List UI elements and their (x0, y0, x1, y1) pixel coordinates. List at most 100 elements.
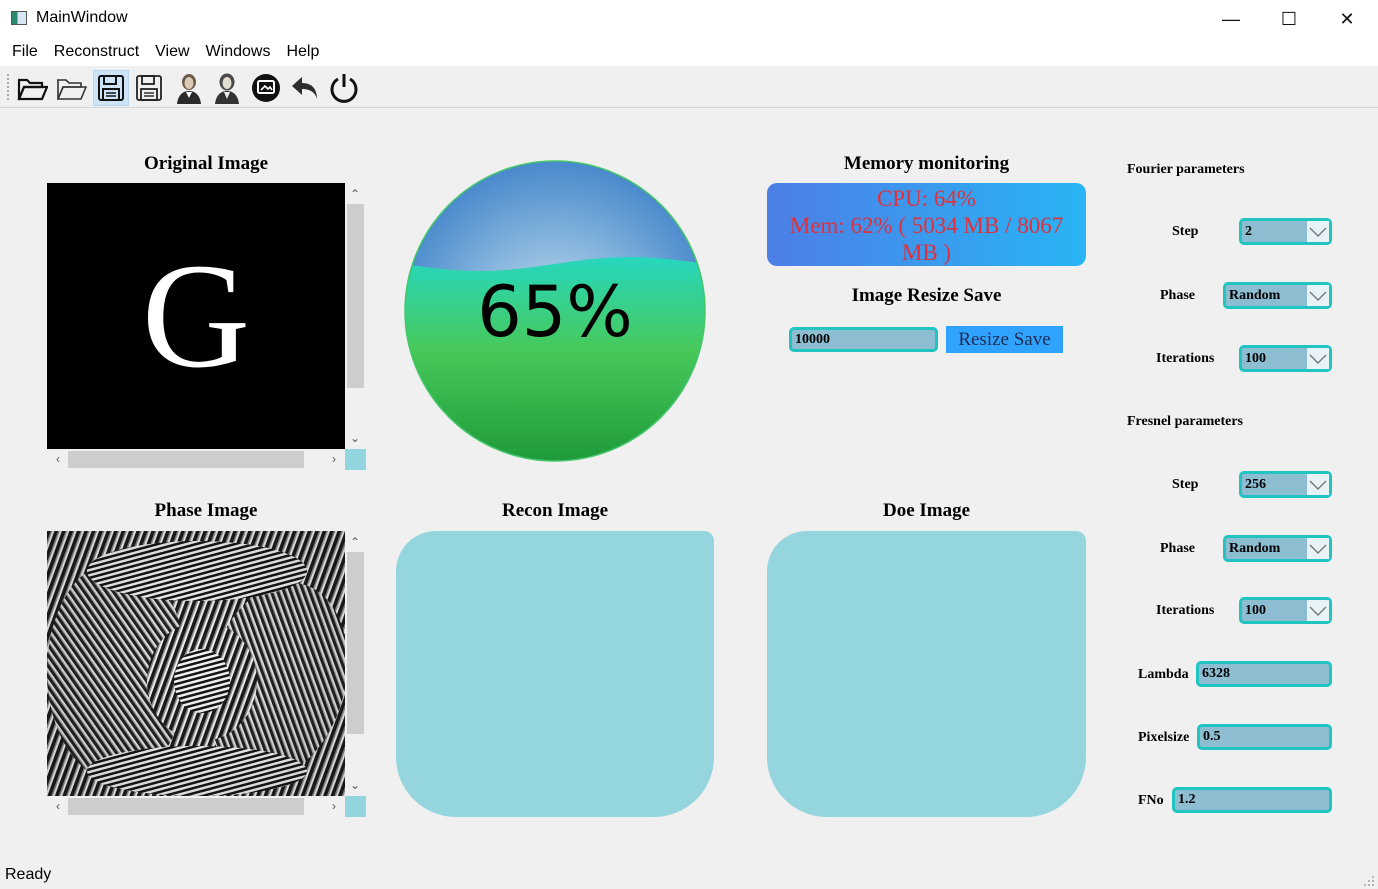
fresnel-iterations-label: Iterations (1156, 603, 1215, 618)
fourier-iterations-select[interactable]: 100 (1239, 345, 1332, 372)
recon-image-title: Recon Image (501, 500, 609, 521)
scroll-down-icon[interactable]: ⌄ (346, 429, 364, 447)
fourier-iterations-value: 100 (1245, 350, 1266, 366)
scroll-right-icon[interactable]: › (325, 450, 343, 468)
fresnel-section-title: Fresnel parameters (1127, 414, 1243, 429)
fourier-step-select[interactable]: 2 (1239, 218, 1332, 245)
open-file-icon (17, 78, 48, 101)
scroll-corner (345, 449, 366, 470)
fresnel-phase-select[interactable]: Random (1223, 535, 1332, 562)
recon-image-view (396, 531, 714, 817)
portrait-fresnel-icon (215, 73, 239, 104)
menu-bar: File Reconstruct View Windows Help (0, 38, 1378, 66)
minimize-button[interactable]: — (1202, 0, 1260, 38)
menu-view[interactable]: View (147, 38, 197, 66)
toolbar-handle[interactable] (7, 74, 11, 100)
fourier-phase-select[interactable]: Random (1223, 282, 1332, 309)
fresnel-step-select[interactable]: 256 (1239, 471, 1332, 498)
close-button[interactable]: ✕ (1318, 0, 1376, 38)
resize-size-input[interactable]: 10000 (789, 327, 938, 352)
fresnel-pixelsize-input[interactable]: 0.5 (1197, 724, 1332, 750)
scroll-up-icon[interactable]: ⌃ (346, 533, 364, 551)
toolbar (0, 66, 1378, 108)
undo-button[interactable] (287, 70, 323, 106)
resize-title: Image Resize Save (851, 285, 1002, 306)
fresnel-phase-label: Phase (1160, 541, 1195, 556)
original-image-title: Original Image (143, 153, 269, 174)
fresnel-button[interactable] (209, 70, 245, 106)
save-button[interactable] (93, 70, 129, 106)
original-horizontal-thumb[interactable] (68, 451, 304, 468)
doe-image-title: Doe Image (882, 500, 971, 521)
fourier-phase-value: Random (1229, 287, 1281, 303)
save-as-button[interactable] (131, 70, 167, 106)
power-button[interactable] (326, 70, 362, 106)
menu-help[interactable]: Help (278, 38, 327, 66)
fourier-step-value: 2 (1245, 223, 1252, 239)
fresnel-fno-label: FNo (1138, 793, 1164, 808)
power-icon (330, 74, 358, 103)
original-horizontal-scrollbar[interactable]: ‹ › (47, 449, 345, 470)
phase-image-pattern (47, 531, 345, 796)
progress-label: 65% (477, 271, 633, 353)
fourier-iterations-label: Iterations (1156, 351, 1215, 366)
maximize-button[interactable]: ☐ (1260, 0, 1318, 38)
status-bar (0, 862, 1378, 889)
memory-display: CPU: 64% Mem: 62% ( 5034 MB / 8067 MB ) (767, 183, 1086, 266)
status-text: Ready (5, 866, 52, 883)
screen-capture-icon (252, 74, 280, 102)
fresnel-fno-input[interactable]: 1.2 (1172, 787, 1332, 813)
chevron-down-icon (1307, 474, 1329, 495)
save-as-icon (136, 75, 162, 101)
scroll-right-icon[interactable]: › (325, 797, 343, 815)
chevron-down-icon (1307, 538, 1329, 559)
resize-save-button[interactable]: Resize Save (946, 326, 1063, 353)
scroll-left-icon[interactable]: ‹ (49, 450, 67, 468)
fourier-step-label: Step (1172, 224, 1199, 239)
fourier-section-title: Fourier parameters (1127, 162, 1245, 177)
phase-image-title: Phase Image (154, 500, 258, 521)
menu-windows[interactable]: Windows (198, 38, 279, 66)
open-folder-icon (56, 79, 87, 100)
phase-image-view (47, 531, 345, 796)
menu-file[interactable]: File (0, 38, 46, 66)
chevron-down-icon (1307, 348, 1329, 369)
fresnel-pixelsize-label: Pixelsize (1138, 730, 1190, 745)
window-title: MainWindow (36, 9, 128, 26)
menu-reconstruct[interactable]: Reconstruct (46, 38, 147, 66)
phase-vertical-scrollbar[interactable]: ⌃ ⌄ (345, 531, 366, 796)
phase-horizontal-thumb[interactable] (68, 798, 304, 815)
undo-icon (292, 77, 317, 99)
doe-image-view (767, 531, 1086, 817)
scroll-corner (345, 796, 366, 817)
fresnel-step-label: Step (1172, 477, 1199, 492)
phase-vertical-thumb[interactable] (347, 552, 364, 734)
app-icon (11, 11, 27, 25)
chevron-down-icon (1307, 285, 1329, 306)
title-bar (0, 0, 1378, 38)
portrait-fourier-icon (177, 74, 201, 104)
chevron-down-icon (1307, 600, 1329, 621)
screen-capture-button[interactable] (248, 70, 284, 106)
fresnel-iterations-value: 100 (1245, 602, 1266, 618)
scroll-up-icon[interactable]: ⌃ (346, 185, 364, 203)
fresnel-lambda-input[interactable]: 6328 (1196, 661, 1332, 687)
original-vertical-scrollbar[interactable]: ⌃ ⌄ (345, 183, 366, 449)
memory-title: Memory monitoring (843, 153, 1010, 174)
scroll-down-icon[interactable]: ⌄ (346, 776, 364, 794)
size-grip-icon[interactable] (1363, 874, 1375, 886)
mem-usage-text: Mem: 62% ( 5034 MB / 8067 MB ) (789, 213, 1064, 265)
fresnel-iterations-select[interactable]: 100 (1239, 597, 1332, 624)
fourier-button[interactable] (171, 70, 207, 106)
chevron-down-icon (1307, 221, 1329, 242)
open-file-button[interactable] (14, 70, 50, 106)
open-folder-button[interactable] (53, 70, 89, 106)
cpu-progress-ball: 65% (404, 160, 706, 462)
original-image-glyph: G (141, 233, 251, 399)
fourier-phase-label: Phase (1160, 288, 1195, 303)
scroll-left-icon[interactable]: ‹ (49, 797, 67, 815)
original-vertical-thumb[interactable] (347, 204, 364, 388)
original-image-view: G (47, 183, 345, 449)
phase-horizontal-scrollbar[interactable]: ‹ › (47, 796, 345, 817)
cpu-usage-text: CPU: 64% (876, 186, 977, 211)
